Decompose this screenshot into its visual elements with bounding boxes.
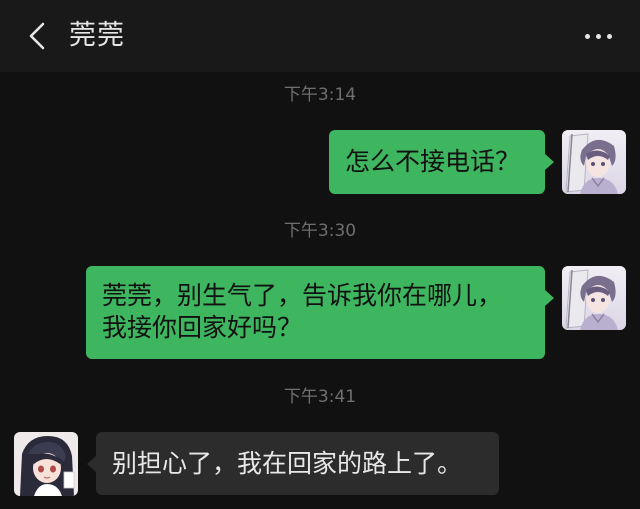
back-button[interactable]	[20, 18, 54, 54]
avatar-girl-image	[14, 432, 78, 496]
my-avatar[interactable]	[562, 130, 626, 194]
chat-header: 莞莞	[0, 0, 640, 72]
more-dot	[595, 33, 601, 39]
message-bubble-received[interactable]: 别担心了，我在回家的路上了。	[96, 432, 499, 495]
avatar-boy-image	[562, 130, 626, 194]
more-horizontal-icon	[584, 33, 590, 39]
bubble-tail	[545, 154, 554, 170]
timestamp: 下午3:41	[283, 387, 357, 407]
message-text: 别担心了，我在回家的路上了。	[112, 449, 463, 478]
bubble-tail	[87, 456, 96, 472]
contact-avatar[interactable]	[14, 432, 78, 496]
message-text-line: 我接你回家好吗？	[102, 313, 303, 342]
avatar-boy-image	[562, 266, 626, 330]
bubble-tail	[545, 290, 554, 306]
chat-screen: 莞莞 下午3:14 怎么不接电话？ 下午3:30 莞莞，别生气了，告诉我你在哪儿…	[0, 0, 640, 509]
chat-title: 莞莞	[69, 20, 125, 51]
message-bubble-sent[interactable]: 莞莞，别生气了，告诉我你在哪儿， 我接你回家好吗？	[86, 266, 545, 359]
timestamp: 下午3:14	[283, 85, 357, 105]
message-text: 怎么不接电话？	[345, 147, 521, 176]
message-text-line: 莞莞，别生气了，告诉我你在哪儿，	[102, 281, 503, 310]
timestamp: 下午3:30	[283, 221, 357, 241]
more-options-button[interactable]	[576, 22, 620, 50]
more-dot	[606, 33, 612, 39]
message-bubble-sent[interactable]: 怎么不接电话？	[329, 130, 545, 194]
chevron-left-icon	[29, 22, 45, 50]
my-avatar[interactable]	[562, 266, 626, 330]
